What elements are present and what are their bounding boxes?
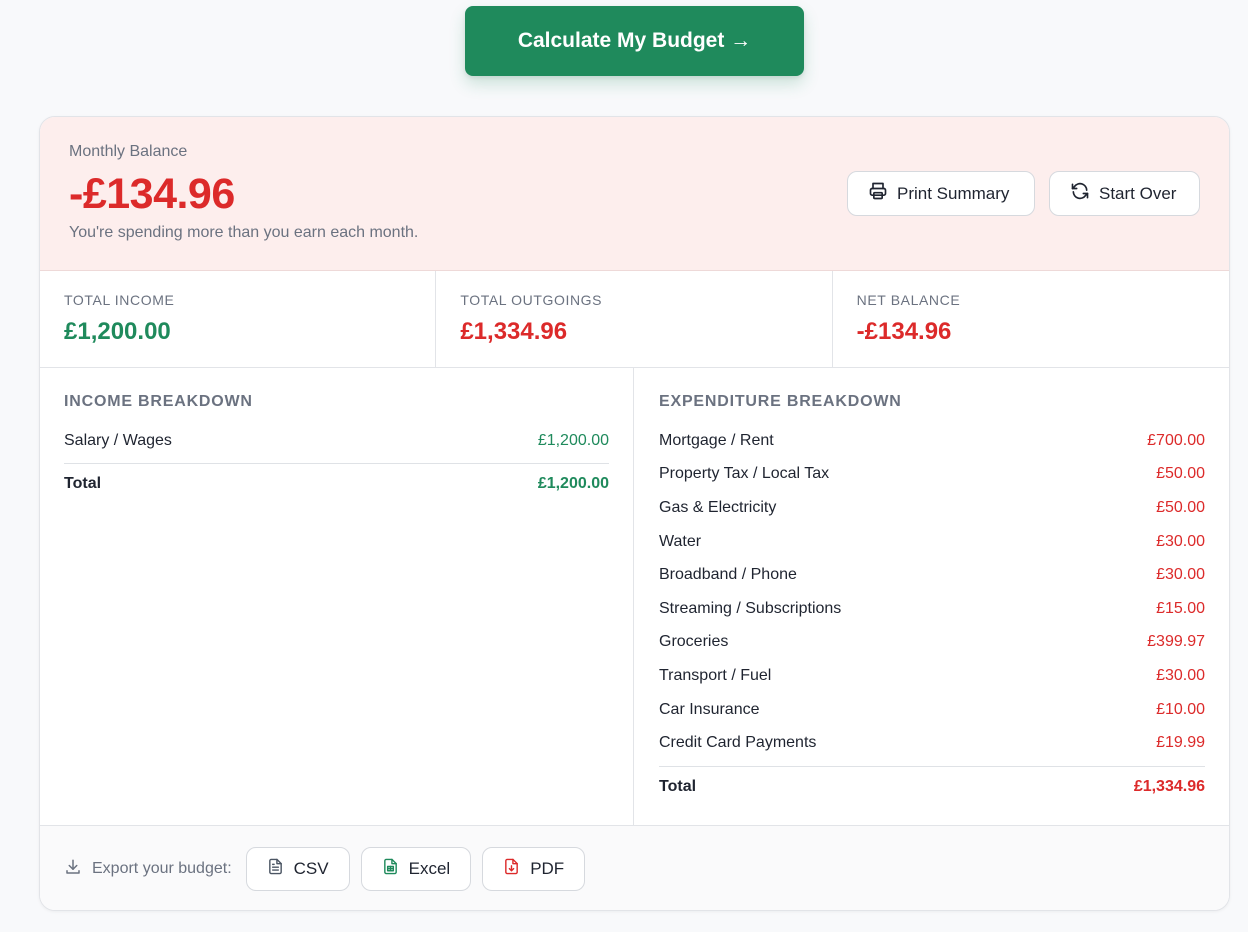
item-amount: £30.00 xyxy=(1156,532,1205,550)
stat-total-income: TOTAL INCOME £1,200.00 xyxy=(40,271,437,367)
budget-summary-card: Monthly Balance -£134.96 You're spending… xyxy=(39,116,1230,911)
export-excel-button[interactable]: Excel xyxy=(360,847,472,891)
item-label: Credit Card Payments xyxy=(659,734,817,752)
list-item: Groceries £399.97 xyxy=(659,626,1205,660)
list-item: Property Tax / Local Tax £50.00 xyxy=(659,458,1205,492)
export-excel-label: Excel xyxy=(408,859,451,878)
export-csv-button[interactable]: CSV xyxy=(245,847,350,891)
stat-value: £1,334.96 xyxy=(460,318,568,345)
total-amount: £1,200.00 xyxy=(537,475,609,493)
item-amount: £15.00 xyxy=(1156,599,1205,617)
item-label: Streaming / Subscriptions xyxy=(659,599,842,617)
balance-value: -£134.96 xyxy=(69,170,235,218)
list-item: Gas & Electricity £50.00 xyxy=(659,491,1205,525)
stat-label: TOTAL OUTGOINGS xyxy=(460,292,603,308)
print-summary-label: Print Summary xyxy=(897,183,1010,203)
item-amount: £50.00 xyxy=(1156,498,1205,516)
item-amount: £1,200.00 xyxy=(537,431,609,449)
download-icon xyxy=(64,858,82,881)
stat-value: -£134.96 xyxy=(856,318,952,345)
item-label: Broadband / Phone xyxy=(659,566,797,584)
list-item: Car Insurance £10.00 xyxy=(659,693,1205,727)
export-label: Export your budget: xyxy=(64,858,232,881)
list-item: Credit Card Payments £19.99 xyxy=(659,726,1205,760)
list-item: Water £30.00 xyxy=(659,525,1205,559)
income-total-row: Total £1,200.00 xyxy=(64,462,609,505)
file-text-icon xyxy=(267,858,284,880)
item-label: Mortgage / Rent xyxy=(659,431,774,449)
item-label: Property Tax / Local Tax xyxy=(659,465,830,483)
monthly-balance-header: Monthly Balance -£134.96 You're spending… xyxy=(40,117,1229,271)
file-download-icon xyxy=(503,858,520,880)
item-amount: £10.00 xyxy=(1156,700,1205,718)
item-label: Gas & Electricity xyxy=(659,498,777,516)
item-label: Car Insurance xyxy=(659,700,760,718)
spreadsheet-icon xyxy=(382,858,399,880)
item-label: Water xyxy=(659,532,702,550)
item-amount: £30.00 xyxy=(1156,566,1205,584)
summary-stats: TOTAL INCOME £1,200.00 TOTAL OUTGOINGS £… xyxy=(40,271,1229,368)
item-label: Groceries xyxy=(659,633,729,651)
item-amount: £399.97 xyxy=(1147,633,1205,651)
printer-icon xyxy=(868,181,888,206)
total-label: Total xyxy=(64,475,102,493)
start-over-label: Start Over xyxy=(1099,183,1177,203)
item-amount: £700.00 xyxy=(1147,431,1205,449)
item-amount: £50.00 xyxy=(1156,465,1205,483)
stat-label: TOTAL INCOME xyxy=(64,292,175,308)
start-over-button[interactable]: Start Over xyxy=(1049,171,1200,216)
income-breakdown: INCOME BREAKDOWN Salary / Wages £1,200.0… xyxy=(40,368,634,825)
export-csv-label: CSV xyxy=(293,859,329,878)
list-item: Transport / Fuel £30.00 xyxy=(659,659,1205,693)
export-label-text: Export your budget: xyxy=(92,860,232,877)
export-pdf-button[interactable]: PDF xyxy=(482,847,586,891)
stat-label: NET BALANCE xyxy=(856,292,961,308)
income-breakdown-title: INCOME BREAKDOWN xyxy=(64,393,253,410)
item-amount: £30.00 xyxy=(1156,666,1205,684)
stat-total-outgoings: TOTAL OUTGOINGS £1,334.96 xyxy=(436,271,833,367)
balance-note: You're spending more than you earn each … xyxy=(69,224,419,241)
expenditure-breakdown: EXPENDITURE BREAKDOWN Mortgage / Rent £7… xyxy=(634,368,1229,825)
list-item: Streaming / Subscriptions £15.00 xyxy=(659,592,1205,626)
expenditure-total-row: Total £1,334.96 xyxy=(659,765,1205,808)
stat-net-balance: NET BALANCE -£134.96 xyxy=(833,271,1229,367)
calculate-budget-button[interactable]: Calculate My Budget → xyxy=(465,6,804,76)
total-label: Total xyxy=(659,778,697,796)
list-item: Broadband / Phone £30.00 xyxy=(659,558,1205,592)
print-summary-button[interactable]: Print Summary xyxy=(847,171,1035,216)
item-label: Transport / Fuel xyxy=(659,666,772,684)
total-amount: £1,334.96 xyxy=(1133,778,1205,796)
export-bar: Export your budget: CSV Excel PDF xyxy=(40,826,1229,910)
item-amount: £19.99 xyxy=(1156,734,1205,752)
stat-value: £1,200.00 xyxy=(64,318,171,345)
breakdowns: INCOME BREAKDOWN Salary / Wages £1,200.0… xyxy=(40,368,1229,826)
list-item: Salary / Wages £1,200.00 xyxy=(64,424,609,458)
list-item: Mortgage / Rent £700.00 xyxy=(659,424,1205,458)
export-pdf-label: PDF xyxy=(530,859,565,878)
balance-label: Monthly Balance xyxy=(69,143,188,160)
refresh-icon xyxy=(1070,181,1090,206)
expenditure-breakdown-title: EXPENDITURE BREAKDOWN xyxy=(659,393,902,410)
item-label: Salary / Wages xyxy=(64,431,172,449)
